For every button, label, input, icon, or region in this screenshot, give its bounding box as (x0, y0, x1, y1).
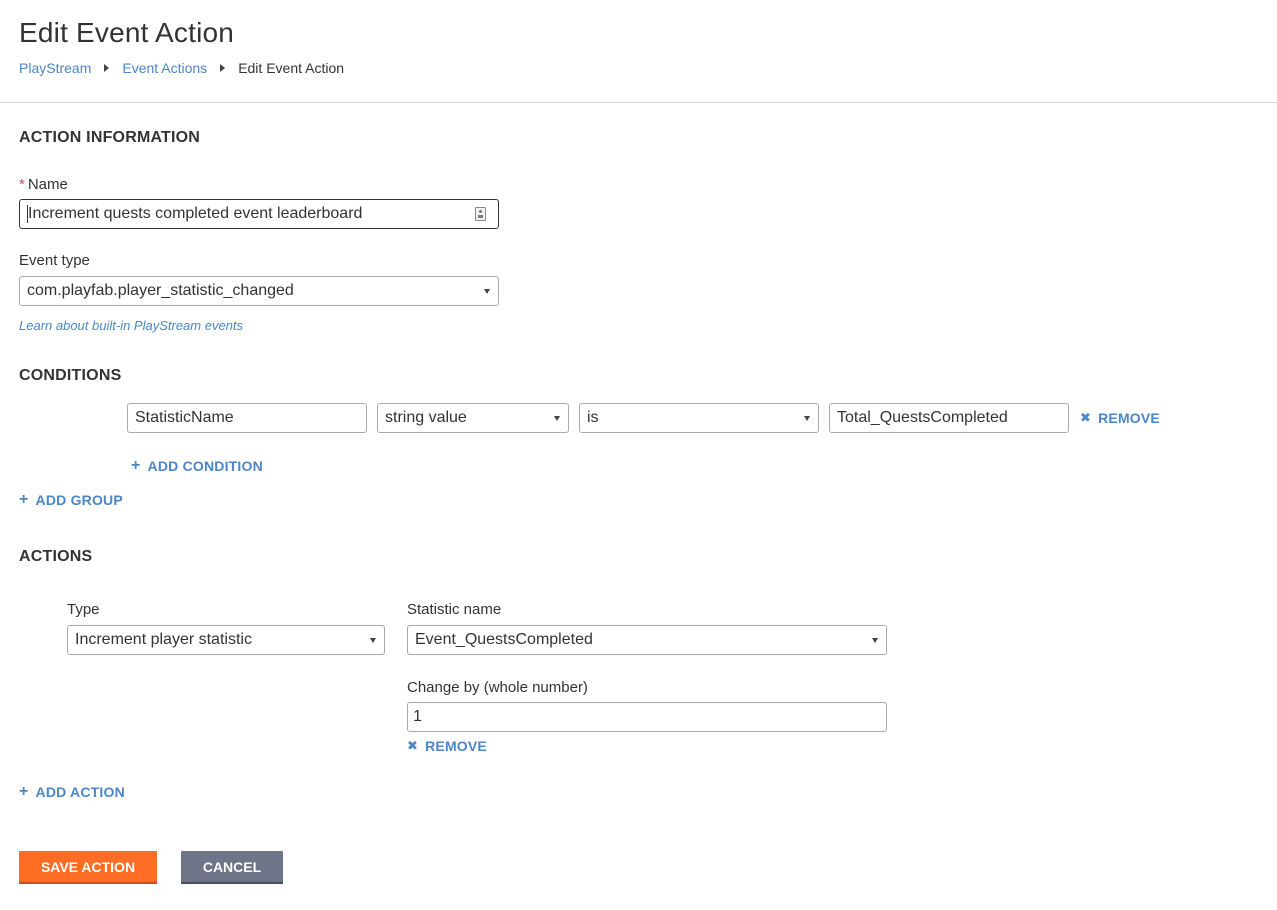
page-header: Edit Event Action PlayStream Event Actio… (0, 0, 1277, 103)
breadcrumb: PlayStream Event Actions Edit Event Acti… (19, 60, 344, 76)
remove-condition-button[interactable]: ✖ REMOVE (1080, 410, 1160, 426)
remove-x-icon: ✖ (1080, 410, 1092, 425)
event-type-label: Event type (19, 252, 90, 269)
action-type-value: Increment player statistic (75, 631, 252, 648)
condition-field-input[interactable]: StatisticName (127, 403, 367, 433)
change-by-value: 1 (413, 708, 422, 725)
plus-icon: + (19, 491, 29, 508)
statistic-name-label: Statistic name (407, 601, 502, 618)
remove-action-label: REMOVE (425, 738, 487, 754)
cancel-button[interactable]: CANCEL (181, 851, 283, 884)
name-input[interactable]: Increment quests completed event leaderb… (19, 199, 499, 229)
add-condition-button[interactable]: + ADD CONDITION (131, 457, 263, 475)
name-label: * Name (19, 176, 68, 193)
breadcrumb-event-actions[interactable]: Event Actions (122, 60, 207, 76)
remove-x-icon: ✖ (407, 738, 419, 753)
autofill-contact-icon[interactable] (475, 207, 486, 221)
breadcrumb-current: Edit Event Action (238, 60, 345, 76)
condition-value-text: Total_QuestsCompleted (837, 409, 1008, 426)
add-condition-label: ADD CONDITION (147, 458, 263, 474)
change-by-input[interactable]: 1 (407, 702, 887, 732)
name-input-value: Increment quests completed event leaderb… (28, 205, 363, 222)
condition-operator-select[interactable]: is (579, 403, 819, 433)
learn-playstream-events-link[interactable]: Learn about built-in PlayStream events (19, 318, 243, 333)
event-type-select[interactable]: com.playfab.player_statistic_changed (19, 276, 499, 306)
add-group-label: ADD GROUP (35, 492, 123, 508)
add-action-label: ADD ACTION (35, 784, 125, 800)
change-by-label: Change by (whole number) (407, 679, 588, 696)
statistic-name-value: Event_QuestsCompleted (415, 631, 593, 648)
remove-condition-label: REMOVE (1098, 410, 1160, 426)
section-title-action-information: ACTION INFORMATION (19, 129, 201, 146)
breadcrumb-separator-icon (104, 64, 110, 72)
add-action-button[interactable]: + ADD ACTION (19, 783, 125, 801)
dropdown-arrow-icon (872, 638, 878, 643)
plus-icon: + (19, 783, 29, 800)
dropdown-arrow-icon (484, 289, 490, 294)
save-action-button[interactable]: SAVE ACTION (19, 851, 157, 884)
name-label-text: Name (27, 176, 68, 193)
page-title: Edit Event Action (19, 17, 235, 48)
add-group-button[interactable]: + ADD GROUP (19, 491, 123, 509)
section-title-actions: ACTIONS (19, 548, 93, 565)
section-title-conditions: CONDITIONS (19, 367, 122, 384)
condition-value-input[interactable]: Total_QuestsCompleted (829, 403, 1069, 433)
remove-action-button[interactable]: ✖ REMOVE (407, 738, 487, 754)
event-type-value: com.playfab.player_statistic_changed (27, 282, 294, 299)
breadcrumb-separator-icon (220, 64, 226, 72)
dropdown-arrow-icon (554, 416, 560, 421)
dropdown-arrow-icon (804, 416, 810, 421)
condition-operator-value: is (587, 409, 599, 426)
dropdown-arrow-icon (370, 638, 376, 643)
condition-value-type-select[interactable]: string value (377, 403, 569, 433)
statistic-name-select[interactable]: Event_QuestsCompleted (407, 625, 887, 655)
condition-value-type-value: string value (385, 409, 467, 426)
action-type-select[interactable]: Increment player statistic (67, 625, 385, 655)
breadcrumb-playstream[interactable]: PlayStream (19, 60, 91, 76)
action-type-label: Type (67, 601, 100, 618)
required-asterisk-icon: * (19, 176, 25, 193)
condition-field-value: StatisticName (135, 409, 234, 426)
plus-icon: + (131, 457, 141, 474)
